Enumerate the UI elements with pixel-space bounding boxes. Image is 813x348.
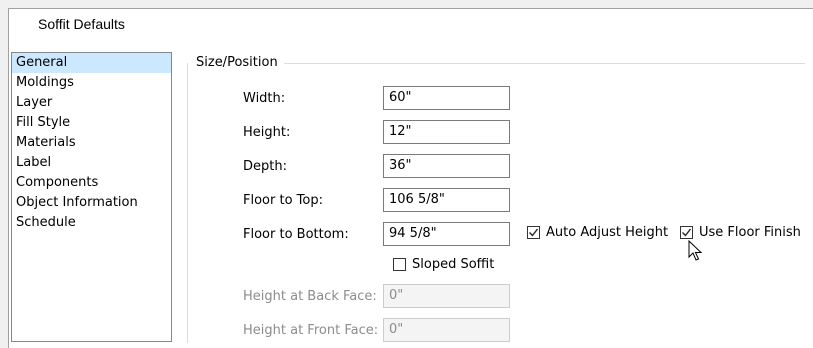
sidebar-item-label[interactable]: Label bbox=[12, 153, 171, 173]
dialog-title: Soffit Defaults bbox=[38, 16, 125, 32]
checkbox-check-icon bbox=[680, 226, 693, 239]
category-list[interactable]: General Moldings Layer Fill Style Materi… bbox=[11, 52, 172, 342]
sloped-soffit-label: Sloped Soffit bbox=[412, 257, 495, 272]
height-front-face-field: 0" bbox=[383, 318, 510, 342]
width-label: Width: bbox=[243, 91, 286, 106]
height-front-face-label: Height at Front Face: bbox=[243, 323, 379, 338]
depth-label: Depth: bbox=[243, 159, 287, 174]
depth-field[interactable]: 36" bbox=[383, 154, 510, 178]
sidebar-item-layer[interactable]: Layer bbox=[12, 93, 171, 113]
sidebar-item-fill-style[interactable]: Fill Style bbox=[12, 113, 171, 133]
floor-to-top-label: Floor to Top: bbox=[243, 193, 323, 208]
height-label: Height: bbox=[243, 125, 291, 140]
sidebar-item-moldings[interactable]: Moldings bbox=[12, 73, 171, 93]
height-back-face-field: 0" bbox=[383, 284, 510, 308]
sidebar-item-object-information[interactable]: Object Information bbox=[12, 193, 171, 213]
floor-to-bottom-field[interactable]: 94 5/8" bbox=[383, 222, 510, 246]
auto-adjust-height-checkbox[interactable]: Auto Adjust Height bbox=[527, 225, 668, 240]
sidebar-item-schedule[interactable]: Schedule bbox=[12, 213, 171, 233]
use-floor-finish-label: Use Floor Finish bbox=[699, 225, 801, 240]
floor-to-bottom-label: Floor to Bottom: bbox=[243, 227, 349, 242]
checkbox-empty-icon bbox=[393, 258, 406, 271]
sidebar-item-components[interactable]: Components bbox=[12, 173, 171, 193]
size-position-group-label: Size/Position bbox=[196, 55, 284, 70]
group-border-left bbox=[187, 63, 188, 343]
group-border-top bbox=[283, 63, 805, 64]
sidebar-item-materials[interactable]: Materials bbox=[12, 133, 171, 153]
height-field[interactable]: 12" bbox=[383, 120, 510, 144]
auto-adjust-height-label: Auto Adjust Height bbox=[546, 225, 669, 240]
width-field[interactable]: 60" bbox=[383, 86, 510, 110]
mouse-pointer-icon bbox=[688, 239, 703, 265]
floor-to-top-field[interactable]: 106 5/8" bbox=[383, 188, 510, 212]
sidebar-item-general[interactable]: General bbox=[12, 53, 171, 73]
height-back-face-label: Height at Back Face: bbox=[243, 289, 377, 304]
use-floor-finish-checkbox[interactable]: Use Floor Finish bbox=[680, 225, 801, 240]
sloped-soffit-checkbox[interactable]: Sloped Soffit bbox=[393, 257, 494, 272]
checkbox-check-icon bbox=[527, 226, 540, 239]
